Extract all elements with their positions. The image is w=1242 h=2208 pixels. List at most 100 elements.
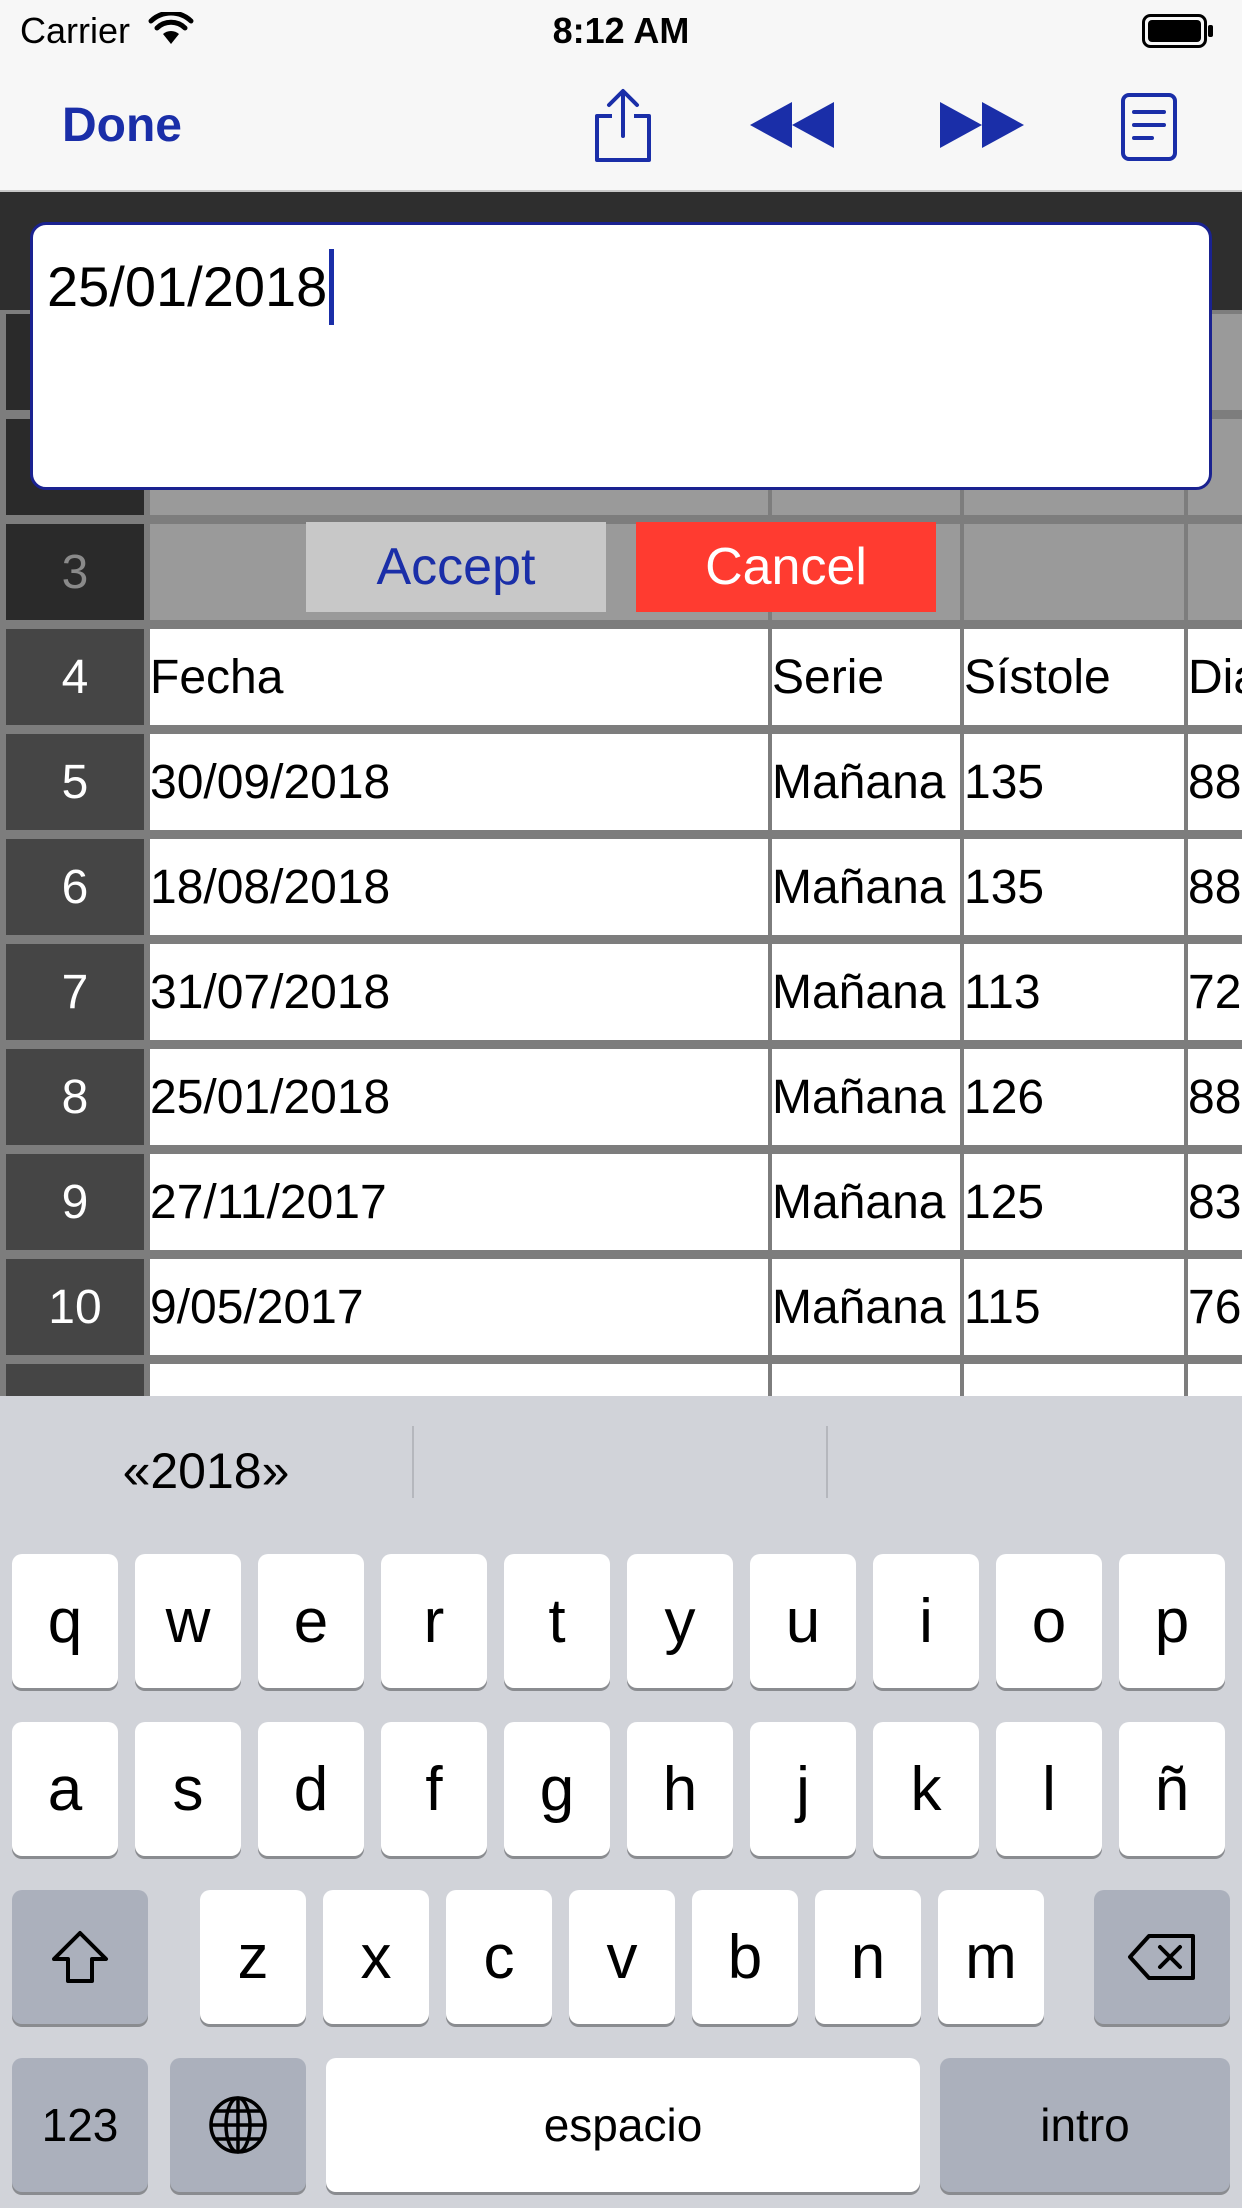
- suggestion-item[interactable]: «2018»: [0, 1436, 412, 1506]
- on-screen-keyboard: «2018» q w e r t y u i o p a s d f g h j…: [0, 1396, 1242, 2208]
- text-caret: [329, 249, 335, 325]
- document-icon[interactable]: [1120, 92, 1178, 167]
- cell-sistole[interactable]: 125: [964, 1154, 1184, 1250]
- row-number[interactable]: 10: [6, 1259, 144, 1355]
- cell-diastole[interactable]: 88: [1188, 734, 1242, 830]
- row-number[interactable]: 8: [6, 1049, 144, 1145]
- key-n[interactable]: n: [815, 1890, 921, 2024]
- cell-diastole[interactable]: 88: [1188, 839, 1242, 935]
- cell-sistole[interactable]: 113: [964, 944, 1184, 1040]
- key-p[interactable]: p: [1119, 1554, 1225, 1688]
- key-y[interactable]: y: [627, 1554, 733, 1688]
- return-key[interactable]: intro: [940, 2058, 1230, 2192]
- key-a[interactable]: a: [12, 1722, 118, 1856]
- status-bar: Carrier 8:12 AM: [0, 0, 1242, 62]
- row-number[interactable]: 3: [6, 524, 144, 620]
- cell-fecha[interactable]: 30/09/2018: [150, 734, 768, 830]
- table-row: 5 30/09/2018 Mañana 135 88: [0, 730, 1242, 835]
- key-c[interactable]: c: [446, 1890, 552, 2024]
- key-x[interactable]: x: [323, 1890, 429, 2024]
- key-k[interactable]: k: [873, 1722, 979, 1856]
- fast-forward-icon[interactable]: [936, 98, 1028, 157]
- key-z[interactable]: z: [200, 1890, 306, 2024]
- key-n-tilde[interactable]: ñ: [1119, 1722, 1225, 1856]
- globe-key[interactable]: [170, 2058, 306, 2192]
- key-f[interactable]: f: [381, 1722, 487, 1856]
- header-cell-fecha[interactable]: Fecha: [150, 629, 768, 725]
- cell-serie[interactable]: Mañana: [772, 944, 960, 1040]
- share-icon[interactable]: [592, 88, 654, 169]
- cell-sistole[interactable]: 135: [964, 839, 1184, 935]
- accept-button[interactable]: Accept: [306, 522, 606, 612]
- table-cell[interactable]: [1188, 524, 1242, 620]
- header-cell-diastole[interactable]: Dia: [1188, 629, 1242, 725]
- cell-diastole[interactable]: 88: [1188, 1049, 1242, 1145]
- cell-sistole[interactable]: 115: [964, 1259, 1184, 1355]
- table-cell[interactable]: [772, 1364, 960, 1396]
- cell-fecha[interactable]: 31/07/2018: [150, 944, 768, 1040]
- key-i[interactable]: i: [873, 1554, 979, 1688]
- row-number[interactable]: 5: [6, 734, 144, 830]
- key-d[interactable]: d: [258, 1722, 364, 1856]
- cell-fecha[interactable]: 9/05/2017: [150, 1259, 768, 1355]
- key-j[interactable]: j: [750, 1722, 856, 1856]
- cancel-button[interactable]: Cancel: [636, 522, 936, 612]
- row-number[interactable]: 6: [6, 839, 144, 935]
- rewind-icon[interactable]: [746, 98, 838, 157]
- key-e[interactable]: e: [258, 1554, 364, 1688]
- cell-fecha[interactable]: 18/08/2018: [150, 839, 768, 935]
- edit-value-text: 25/01/2018: [47, 254, 328, 318]
- row-number[interactable]: [6, 1364, 144, 1396]
- cell-serie[interactable]: Mañana: [772, 734, 960, 830]
- backspace-icon: [1128, 1934, 1195, 1980]
- key-q[interactable]: q: [12, 1554, 118, 1688]
- key-w[interactable]: w: [135, 1554, 241, 1688]
- key-h[interactable]: h: [627, 1722, 733, 1856]
- key-g[interactable]: g: [504, 1722, 610, 1856]
- table-cell[interactable]: [1188, 1364, 1242, 1396]
- table-row: [0, 1360, 1242, 1396]
- cell-serie[interactable]: Mañana: [772, 839, 960, 935]
- done-button[interactable]: Done: [62, 98, 182, 153]
- key-r[interactable]: r: [381, 1554, 487, 1688]
- table-cell[interactable]: [964, 524, 1184, 620]
- header-cell-serie[interactable]: Serie: [772, 629, 960, 725]
- key-t[interactable]: t: [504, 1554, 610, 1688]
- cell-sistole[interactable]: 126: [964, 1049, 1184, 1145]
- cell-sistole[interactable]: 135: [964, 734, 1184, 830]
- key-u[interactable]: u: [750, 1554, 856, 1688]
- cell-diastole[interactable]: 76: [1188, 1259, 1242, 1355]
- shift-icon: [52, 1931, 108, 1983]
- row-number[interactable]: 4: [6, 629, 144, 725]
- key-o[interactable]: o: [996, 1554, 1102, 1688]
- table-cell[interactable]: [150, 1364, 768, 1396]
- cell-serie[interactable]: Mañana: [772, 1259, 960, 1355]
- cell-diastole[interactable]: 83: [1188, 1154, 1242, 1250]
- key-l[interactable]: l: [996, 1722, 1102, 1856]
- table-row: 8 25/01/2018 Mañana 126 88: [0, 1045, 1242, 1150]
- space-key[interactable]: espacio: [326, 2058, 920, 2192]
- cell-edit-field[interactable]: 25/01/2018: [30, 222, 1212, 490]
- key-m[interactable]: m: [938, 1890, 1044, 2024]
- row-number[interactable]: 7: [6, 944, 144, 1040]
- table-row: 6 18/08/2018 Mañana 135 88: [0, 835, 1242, 940]
- table-row: 7 31/07/2018 Mañana 113 72: [0, 940, 1242, 1045]
- key-b[interactable]: b: [692, 1890, 798, 2024]
- delete-key[interactable]: [1094, 1890, 1230, 2024]
- cell-serie[interactable]: Mañana: [772, 1154, 960, 1250]
- key-v[interactable]: v: [569, 1890, 675, 2024]
- header-cell-sistole[interactable]: Sístole: [964, 629, 1184, 725]
- battery-icon: [1142, 14, 1214, 53]
- row-number[interactable]: 9: [6, 1154, 144, 1250]
- edit-value[interactable]: 25/01/2018: [47, 249, 335, 329]
- table-cell[interactable]: [964, 1364, 1184, 1396]
- cell-fecha[interactable]: 27/11/2017: [150, 1154, 768, 1250]
- shift-key[interactable]: [12, 1890, 148, 2024]
- globe-icon: [209, 2096, 267, 2154]
- cell-fecha[interactable]: 25/01/2018: [150, 1049, 768, 1145]
- cell-serie[interactable]: Mañana: [772, 1049, 960, 1145]
- cell-diastole[interactable]: 72: [1188, 944, 1242, 1040]
- table-row: 9 27/11/2017 Mañana 125 83: [0, 1150, 1242, 1255]
- numbers-key[interactable]: 123: [12, 2058, 148, 2192]
- key-s[interactable]: s: [135, 1722, 241, 1856]
